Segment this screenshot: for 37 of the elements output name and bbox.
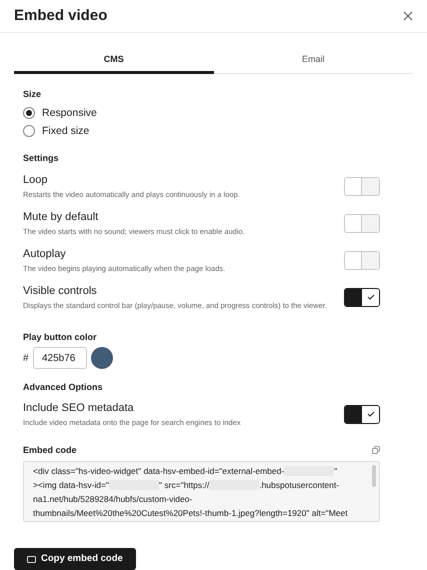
code-text: na1.net/hub/5289284/hubfs/custom-video- [33,492,192,506]
setting-label: Mute by default [23,210,100,224]
code-text: thumbnails/Meet%20the%20Cutest%20Pets!-thumb-1.jpeg?length=1920" alt="Meet [33,506,348,520]
hash-prefix: # [23,352,30,366]
toggle-switch[interactable] [344,288,380,306]
check-icon [366,294,374,300]
tab[interactable]: Email [214,50,413,74]
code-text-area[interactable] [23,461,380,522]
section-heading: Advanced Options [23,381,104,394]
code-text: ><img data-hsv-id=" [33,478,110,492]
color-input-field[interactable]: 425b76 [33,347,87,369]
section-heading: Play button color [23,330,98,344]
section-heading: Size [23,88,42,100]
check-icon [366,411,374,417]
setting-label: Visible controls [23,284,98,298]
setting-label: Autoplay [23,246,67,260]
copy-icon[interactable] [372,446,380,454]
dialog-title: Embed video [14,6,108,26]
code-icon [27,556,36,562]
code-text: " src="https:// [159,478,210,492]
copy-embed-code-button[interactable]: Copy embed code [14,548,136,570]
scrollbar-thumb [372,465,376,487]
code-text: <div class="hs-video-widget" data-hsv-embed-id="external-embed- [33,464,284,478]
setting-label: Include SEO metadata [23,400,135,414]
setting-label: Loop [23,172,48,186]
color-swatch[interactable] [91,347,113,369]
radio-button[interactable] [23,125,35,137]
section-heading: Settings [23,152,60,165]
toggle-switch[interactable] [344,404,380,424]
code-text: " [334,464,338,478]
radio-button[interactable] [23,107,35,119]
radio-label: Responsive [42,106,97,120]
code-text: .hubspotusercontent- [259,478,340,492]
tab[interactable]: CMS [14,50,214,74]
close-icon[interactable] [403,10,413,21]
radio-label: Fixed size [42,124,90,138]
section-heading: Embed code [23,444,77,456]
